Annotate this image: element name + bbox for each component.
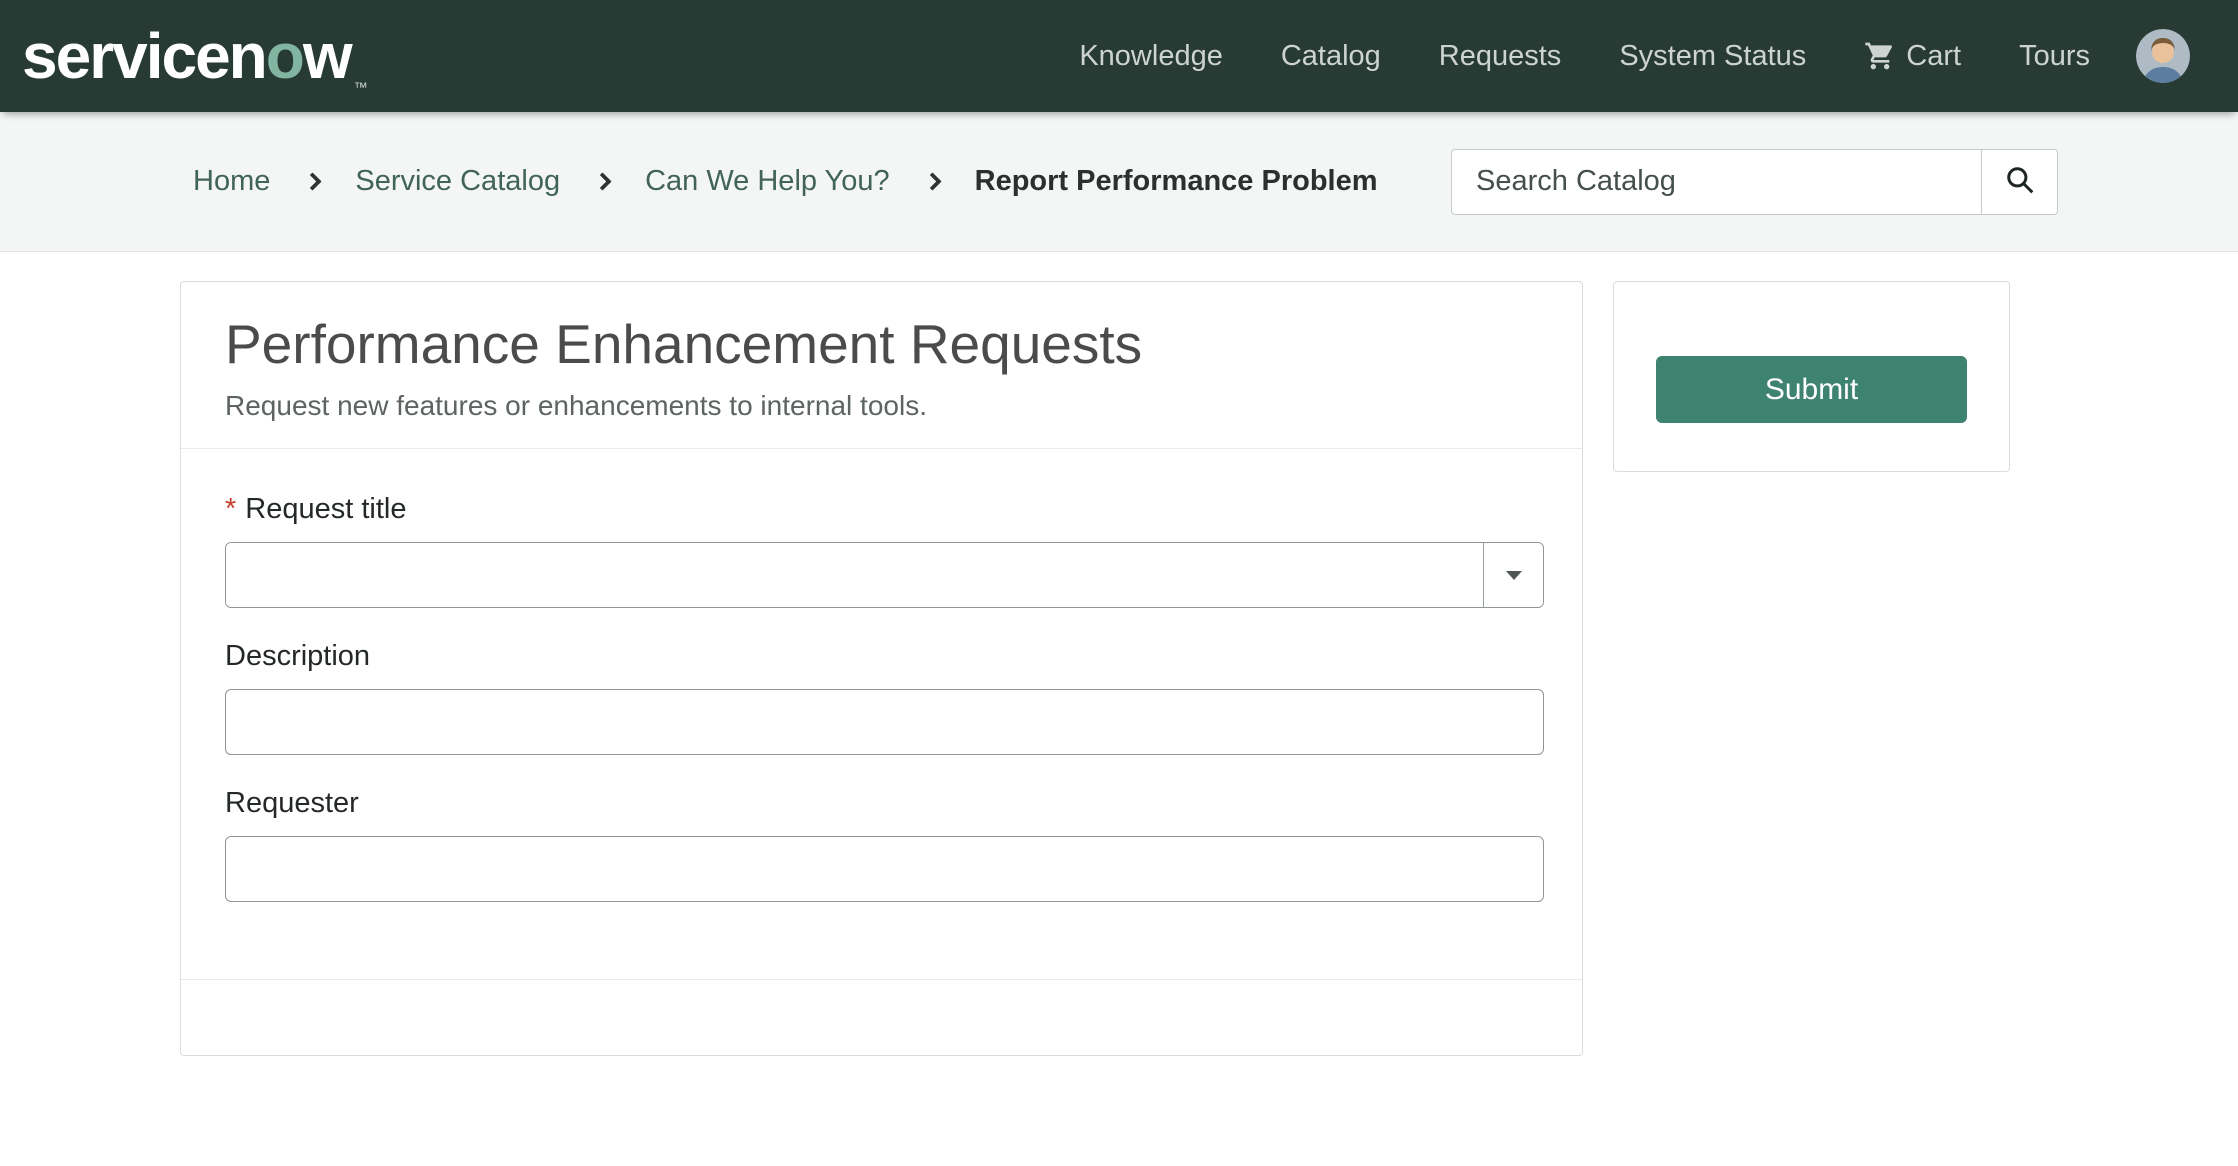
logo-text-end: w [303, 20, 351, 92]
nav-system-status[interactable]: System Status [1619, 40, 1806, 73]
submit-button[interactable]: Submit [1656, 356, 1967, 423]
request-title-label-text: Request title [245, 493, 406, 525]
breadcrumb: Home Service Catalog Can We Help You? Re… [193, 165, 1378, 198]
field-request-title: * Request title [225, 493, 1544, 608]
actions-card: Submit [1613, 281, 2010, 472]
user-avatar[interactable] [2136, 29, 2190, 83]
search-button[interactable] [1981, 149, 2058, 215]
request-title-input[interactable] [226, 543, 1483, 607]
top-nav: Knowledge Catalog Requests System Status… [1079, 40, 2090, 73]
page-title: Performance Enhancement Requests [225, 312, 1538, 376]
card-footer [181, 979, 1582, 1055]
catalog-item-header: Performance Enhancement Requests Request… [181, 282, 1582, 448]
breadcrumb-service-catalog[interactable]: Service Catalog [355, 165, 560, 198]
servicenow-logo[interactable]: servicenow™ [22, 24, 365, 88]
request-title-combo [225, 542, 1544, 608]
breadcrumb-can-we-help-you[interactable]: Can We Help You? [645, 165, 890, 198]
cart-icon [1864, 40, 1896, 72]
breadcrumb-current: Report Performance Problem [975, 165, 1378, 198]
breadcrumb-home[interactable]: Home [193, 165, 270, 198]
breadcrumb-bar: Home Service Catalog Can We Help You? Re… [0, 112, 2238, 252]
nav-catalog[interactable]: Catalog [1281, 40, 1381, 73]
request-title-dropdown-button[interactable] [1483, 543, 1543, 607]
caret-down-icon [1506, 571, 1522, 580]
description-label: Description [225, 640, 1544, 673]
field-requester: Requester [225, 787, 1544, 902]
catalog-search [1451, 149, 2058, 215]
search-input[interactable] [1451, 149, 1981, 215]
page-subtitle: Request new features or enhancements to … [225, 390, 1538, 422]
nav-cart-label: Cart [1906, 40, 1961, 73]
logo-accent-o: o [266, 20, 303, 92]
top-header: servicenow™ Knowledge Catalog Requests S… [0, 0, 2238, 112]
requester-label: Requester [225, 787, 1544, 820]
description-input[interactable] [225, 689, 1544, 755]
request-form: * Request title Description Requester [181, 449, 1582, 902]
logo-text-start: servicen [22, 20, 266, 92]
required-asterisk: * [225, 493, 236, 525]
nav-tours[interactable]: Tours [2019, 40, 2090, 73]
chevron-right-icon [923, 172, 941, 190]
trademark-symbol: ™ [354, 79, 368, 95]
request-title-label: * Request title [225, 493, 1544, 526]
nav-requests[interactable]: Requests [1439, 40, 1562, 73]
search-icon [2005, 165, 2035, 198]
catalog-item-card: Performance Enhancement Requests Request… [180, 281, 1583, 1056]
page: { "header": { "logo": { "part1": "servic… [0, 0, 2238, 1166]
requester-input[interactable] [225, 836, 1544, 902]
nav-cart[interactable]: Cart [1864, 40, 1961, 73]
nav-knowledge[interactable]: Knowledge [1079, 40, 1223, 73]
field-description: Description [225, 640, 1544, 755]
chevron-right-icon [593, 172, 611, 190]
chevron-right-icon [304, 172, 322, 190]
